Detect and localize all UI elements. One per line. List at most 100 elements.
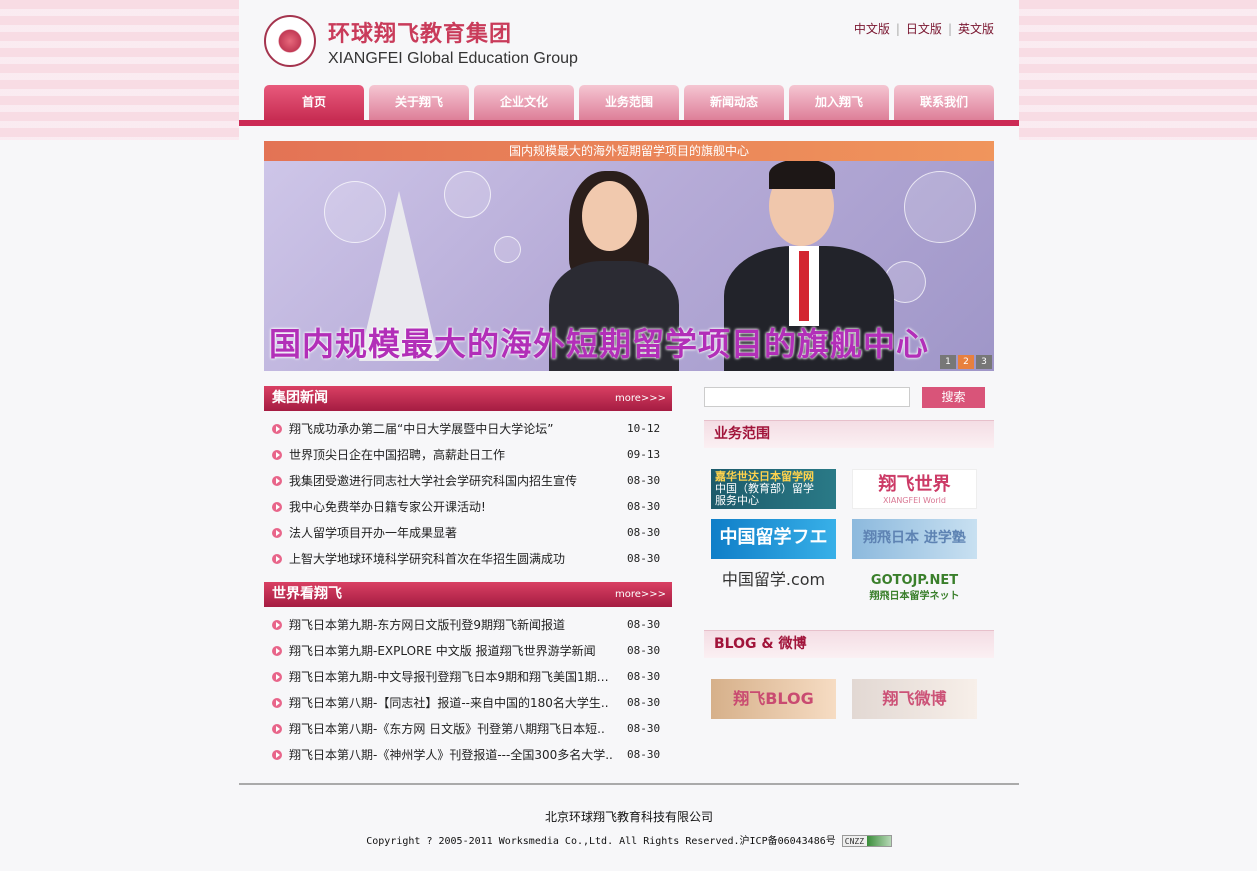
banner-page-3[interactable]: 3 xyxy=(976,355,992,369)
news-date: 08-30 xyxy=(627,670,661,683)
blog-header: BLOG & 微博 xyxy=(704,630,994,658)
list-item: 我集团受邀进行同志社大学社会学研究科国内招生宣传 08-30 xyxy=(264,468,672,494)
copyright-text: Copyright ? 2005-2011 Worksmedia Co.,Ltd… xyxy=(366,836,836,847)
partner-xiangfei-world-link[interactable]: 翔飞世界 XIANGFEI World xyxy=(852,469,977,509)
news-date: 08-30 xyxy=(627,552,661,565)
nav-about[interactable]: 关于翔飞 xyxy=(369,85,469,120)
group-news-list: 翔飞成功承办第二届“中日大学展暨中日大学论坛” 10-12 世界顶尖日企在中国招聘… xyxy=(264,416,672,572)
blog-title: BLOG & 微博 xyxy=(714,636,807,652)
world-news-title: 世界看翔飞 xyxy=(272,586,342,602)
banner-bubble xyxy=(904,171,976,243)
divider: | xyxy=(895,22,900,36)
lang-japanese-link[interactable]: 日文版 xyxy=(906,22,942,36)
news-title-link[interactable]: 法人留学项目开办一年成果显著 xyxy=(289,520,614,546)
list-item: 世界顶尖日企在中国招聘，高薪赴日工作 09-13 xyxy=(264,442,672,468)
partner-gotojp-link[interactable]: GOTOJP.NET 翔飛日本留学ネット xyxy=(852,569,977,609)
man-hair xyxy=(769,159,835,189)
nav-business[interactable]: 业务范围 xyxy=(579,85,679,120)
logo-title-cn[interactable]: 环球翔飞教育集团 xyxy=(328,16,512,48)
language-switcher: 中文版 | 日文版 | 英文版 xyxy=(854,20,994,37)
news-date: 08-30 xyxy=(627,618,661,631)
cnzz-badge[interactable]: CNZZ xyxy=(841,835,892,847)
list-item: 翔飞日本第八期-《东方网 日文版》刊登第八期翔飞日本短.. 08-30 xyxy=(264,716,672,742)
bullet-arrow-icon xyxy=(272,646,282,656)
footer-company: 北京环球翔飞教育科技有限公司 xyxy=(544,810,713,824)
banner-pager: 1 2 3 xyxy=(940,355,992,369)
bullet-arrow-icon xyxy=(272,554,282,564)
list-item: 我中心免费举办日籍专家公开课活动! 08-30 xyxy=(264,494,672,520)
lang-english-link[interactable]: 英文版 xyxy=(958,22,994,36)
search-button[interactable]: 搜索 xyxy=(922,387,985,408)
nav-join[interactable]: 加入翔飞 xyxy=(789,85,889,120)
list-item: 上智大学地球环境科学研究科首次在华招生圆满成功 08-30 xyxy=(264,546,672,572)
nav-contact[interactable]: 联系我们 xyxy=(894,85,994,120)
partner-text: 翔飞世界 xyxy=(878,474,951,495)
partner-juku-link[interactable]: 翔飛日本 进学塾 xyxy=(852,519,977,559)
news-title-link[interactable]: 翔飞日本第八期-《神州学人》刊登报道---全国300多名大学.. xyxy=(289,742,614,768)
banner-bubble xyxy=(444,171,491,218)
news-title-link[interactable]: 我集团受邀进行同志社大学社会学研究科国内招生宣传 xyxy=(289,468,614,494)
nav-culture[interactable]: 企业文化 xyxy=(474,85,574,120)
news-title-link[interactable]: 翔飞日本第九期-EXPLORE 中文版 报道翔飞世界游学新闻 xyxy=(289,638,614,664)
main-nav: 首页 关于翔飞 企业文化 业务范围 新闻动态 加入翔飞 联系我们 xyxy=(264,85,994,120)
news-date: 08-30 xyxy=(627,644,661,657)
bullet-arrow-icon xyxy=(272,502,282,512)
bullet-arrow-icon xyxy=(272,750,282,760)
partner-text: GOTOJP.NET xyxy=(870,573,959,588)
partner-liuxue-com-link[interactable]: 中国留学.com xyxy=(711,569,836,609)
news-title-link[interactable]: 翔飞日本第九期-中文导报刊登翔飞日本9期和翔飞美国1期新.. xyxy=(289,664,614,690)
list-item: 翔飞日本第八期-【同志社】报道--来自中国的180名大学生.. 08-30 xyxy=(264,690,672,716)
list-item: 翔飞日本第九期-中文导报刊登翔飞日本9期和翔飞美国1期新.. 08-30 xyxy=(264,664,672,690)
world-news-list: 翔飞日本第九期-东方网日文版刊登9期翔飞新闻报道 08-30 翔飞日本第九期-EX… xyxy=(264,612,672,768)
lang-chinese-link[interactable]: 中文版 xyxy=(854,22,890,36)
footer-divider xyxy=(239,783,1019,785)
footer-copyright: Copyright ? 2005-2011 Worksmedia Co.,Ltd… xyxy=(239,832,1019,847)
business-title: 业务范围 xyxy=(714,426,770,442)
list-item: 翔飞成功承办第二届“中日大学展暨中日大学论坛” 10-12 xyxy=(264,416,672,442)
news-title-link[interactable]: 翔飞日本第九期-东方网日文版刊登9期翔飞新闻报道 xyxy=(289,612,614,638)
nav-underline-bar xyxy=(239,120,1019,126)
nav-home[interactable]: 首页 xyxy=(264,85,364,120)
group-news-title: 集团新闻 xyxy=(272,390,328,406)
partner-jiahua-link[interactable]: 嘉华世达日本留学网 中国（教育部）留学 服务中心 xyxy=(711,469,836,509)
logo-title-en[interactable]: XIANGFEI Global Education Group xyxy=(328,50,578,68)
world-news-more-link[interactable]: more>>> xyxy=(615,582,666,607)
news-title-link[interactable]: 上智大学地球环境科学研究科首次在华招生圆满成功 xyxy=(289,546,614,572)
partner-line: 服务中心 xyxy=(715,494,759,507)
banner-slogan: 国内规模最大的海外短期留学项目的旗舰中心 xyxy=(269,325,930,363)
group-news-more-link[interactable]: more>>> xyxy=(615,386,666,411)
news-date: 09-13 xyxy=(627,448,661,461)
man-tie xyxy=(799,251,809,321)
list-item: 翔飞日本第九期-EXPLORE 中文版 报道翔飞世界游学新闻 08-30 xyxy=(264,638,672,664)
news-date: 08-30 xyxy=(627,748,661,761)
bullet-arrow-icon xyxy=(272,698,282,708)
bullet-arrow-icon xyxy=(272,476,282,486)
news-title-link[interactable]: 我中心免费举办日籍专家公开课活动! xyxy=(289,494,614,520)
news-title-link[interactable]: 翔飞日本第八期-《东方网 日文版》刊登第八期翔飞日本短.. xyxy=(289,716,614,742)
list-item: 翔飞日本第八期-《神州学人》刊登报道---全国300多名大学.. 08-30 xyxy=(264,742,672,768)
logo-emblem-icon[interactable] xyxy=(264,15,316,67)
banner-caption: 国内规模最大的海外短期留学项目的旗舰中心 xyxy=(264,141,994,161)
news-date: 08-30 xyxy=(627,500,661,513)
divider: | xyxy=(947,22,952,36)
news-title-link[interactable]: 翔飞成功承办第二届“中日大学展暨中日大学论坛” xyxy=(289,416,614,442)
news-title-link[interactable]: 翔飞日本第八期-【同志社】报道--来自中国的180名大学生.. xyxy=(289,690,614,716)
hero-banner[interactable]: 国内规模最大的海外短期留学项目的旗舰中心 国内规模最大的海外短期留学项目的旗舰中… xyxy=(264,141,994,371)
search-input[interactable] xyxy=(704,387,910,407)
nav-news[interactable]: 新闻动态 xyxy=(684,85,784,120)
partner-subtext: 翔飛日本留学ネット xyxy=(869,591,960,602)
blog-link[interactable]: 翔飞BLOG xyxy=(711,679,836,719)
news-date: 08-30 xyxy=(627,474,661,487)
bullet-arrow-icon xyxy=(272,724,282,734)
banner-page-2[interactable]: 2 xyxy=(958,355,974,369)
page-container: 环球翔飞教育集团 XIANGFEI Global Education Group… xyxy=(239,0,1019,871)
world-news-header: 世界看翔飞 more>>> xyxy=(264,582,672,607)
partner-subtext: XIANGFEI World xyxy=(883,496,946,505)
bullet-arrow-icon xyxy=(272,424,282,434)
group-news-header: 集团新闻 more>>> xyxy=(264,386,672,411)
news-title-link[interactable]: 世界顶尖日企在中国招聘，高薪赴日工作 xyxy=(289,442,614,468)
bullet-arrow-icon xyxy=(272,450,282,460)
partner-china-fair-link[interactable]: 中国留学フエア xyxy=(711,519,836,559)
weibo-link[interactable]: 翔飞微博 xyxy=(852,679,977,719)
banner-page-1[interactable]: 1 xyxy=(940,355,956,369)
